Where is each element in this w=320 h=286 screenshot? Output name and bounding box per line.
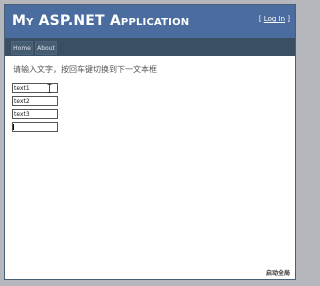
main-content: 请输入文字，按回车键切换到下一文本框 启动全局 (5, 56, 295, 279)
instruction-text: 请输入文字，按回车键切换到下一文本框 (13, 65, 157, 74)
menu-item-home[interactable]: Home (11, 41, 33, 55)
footer-text: 启动全局 (265, 270, 290, 277)
site-title: My ASP.NET Application (12, 13, 190, 29)
textbox-3[interactable] (12, 109, 58, 119)
site-footer: 启动全局 (5, 267, 295, 279)
text-cursor-icon (47, 84, 52, 93)
menu-item-about[interactable]: About (35, 41, 57, 55)
login-display: [ Log In ] (259, 15, 290, 23)
text-caret (13, 124, 14, 130)
page-container: My ASP.NET Application [ Log In ] Home A… (4, 4, 296, 280)
textbox-2[interactable] (12, 96, 58, 106)
nav-menu: Home About (5, 38, 295, 56)
site-header: My ASP.NET Application [ Log In ] (5, 5, 295, 38)
login-bracket-close: ] (285, 15, 290, 23)
login-link[interactable]: Log In (264, 15, 285, 23)
textbox-4[interactable] (12, 122, 58, 132)
